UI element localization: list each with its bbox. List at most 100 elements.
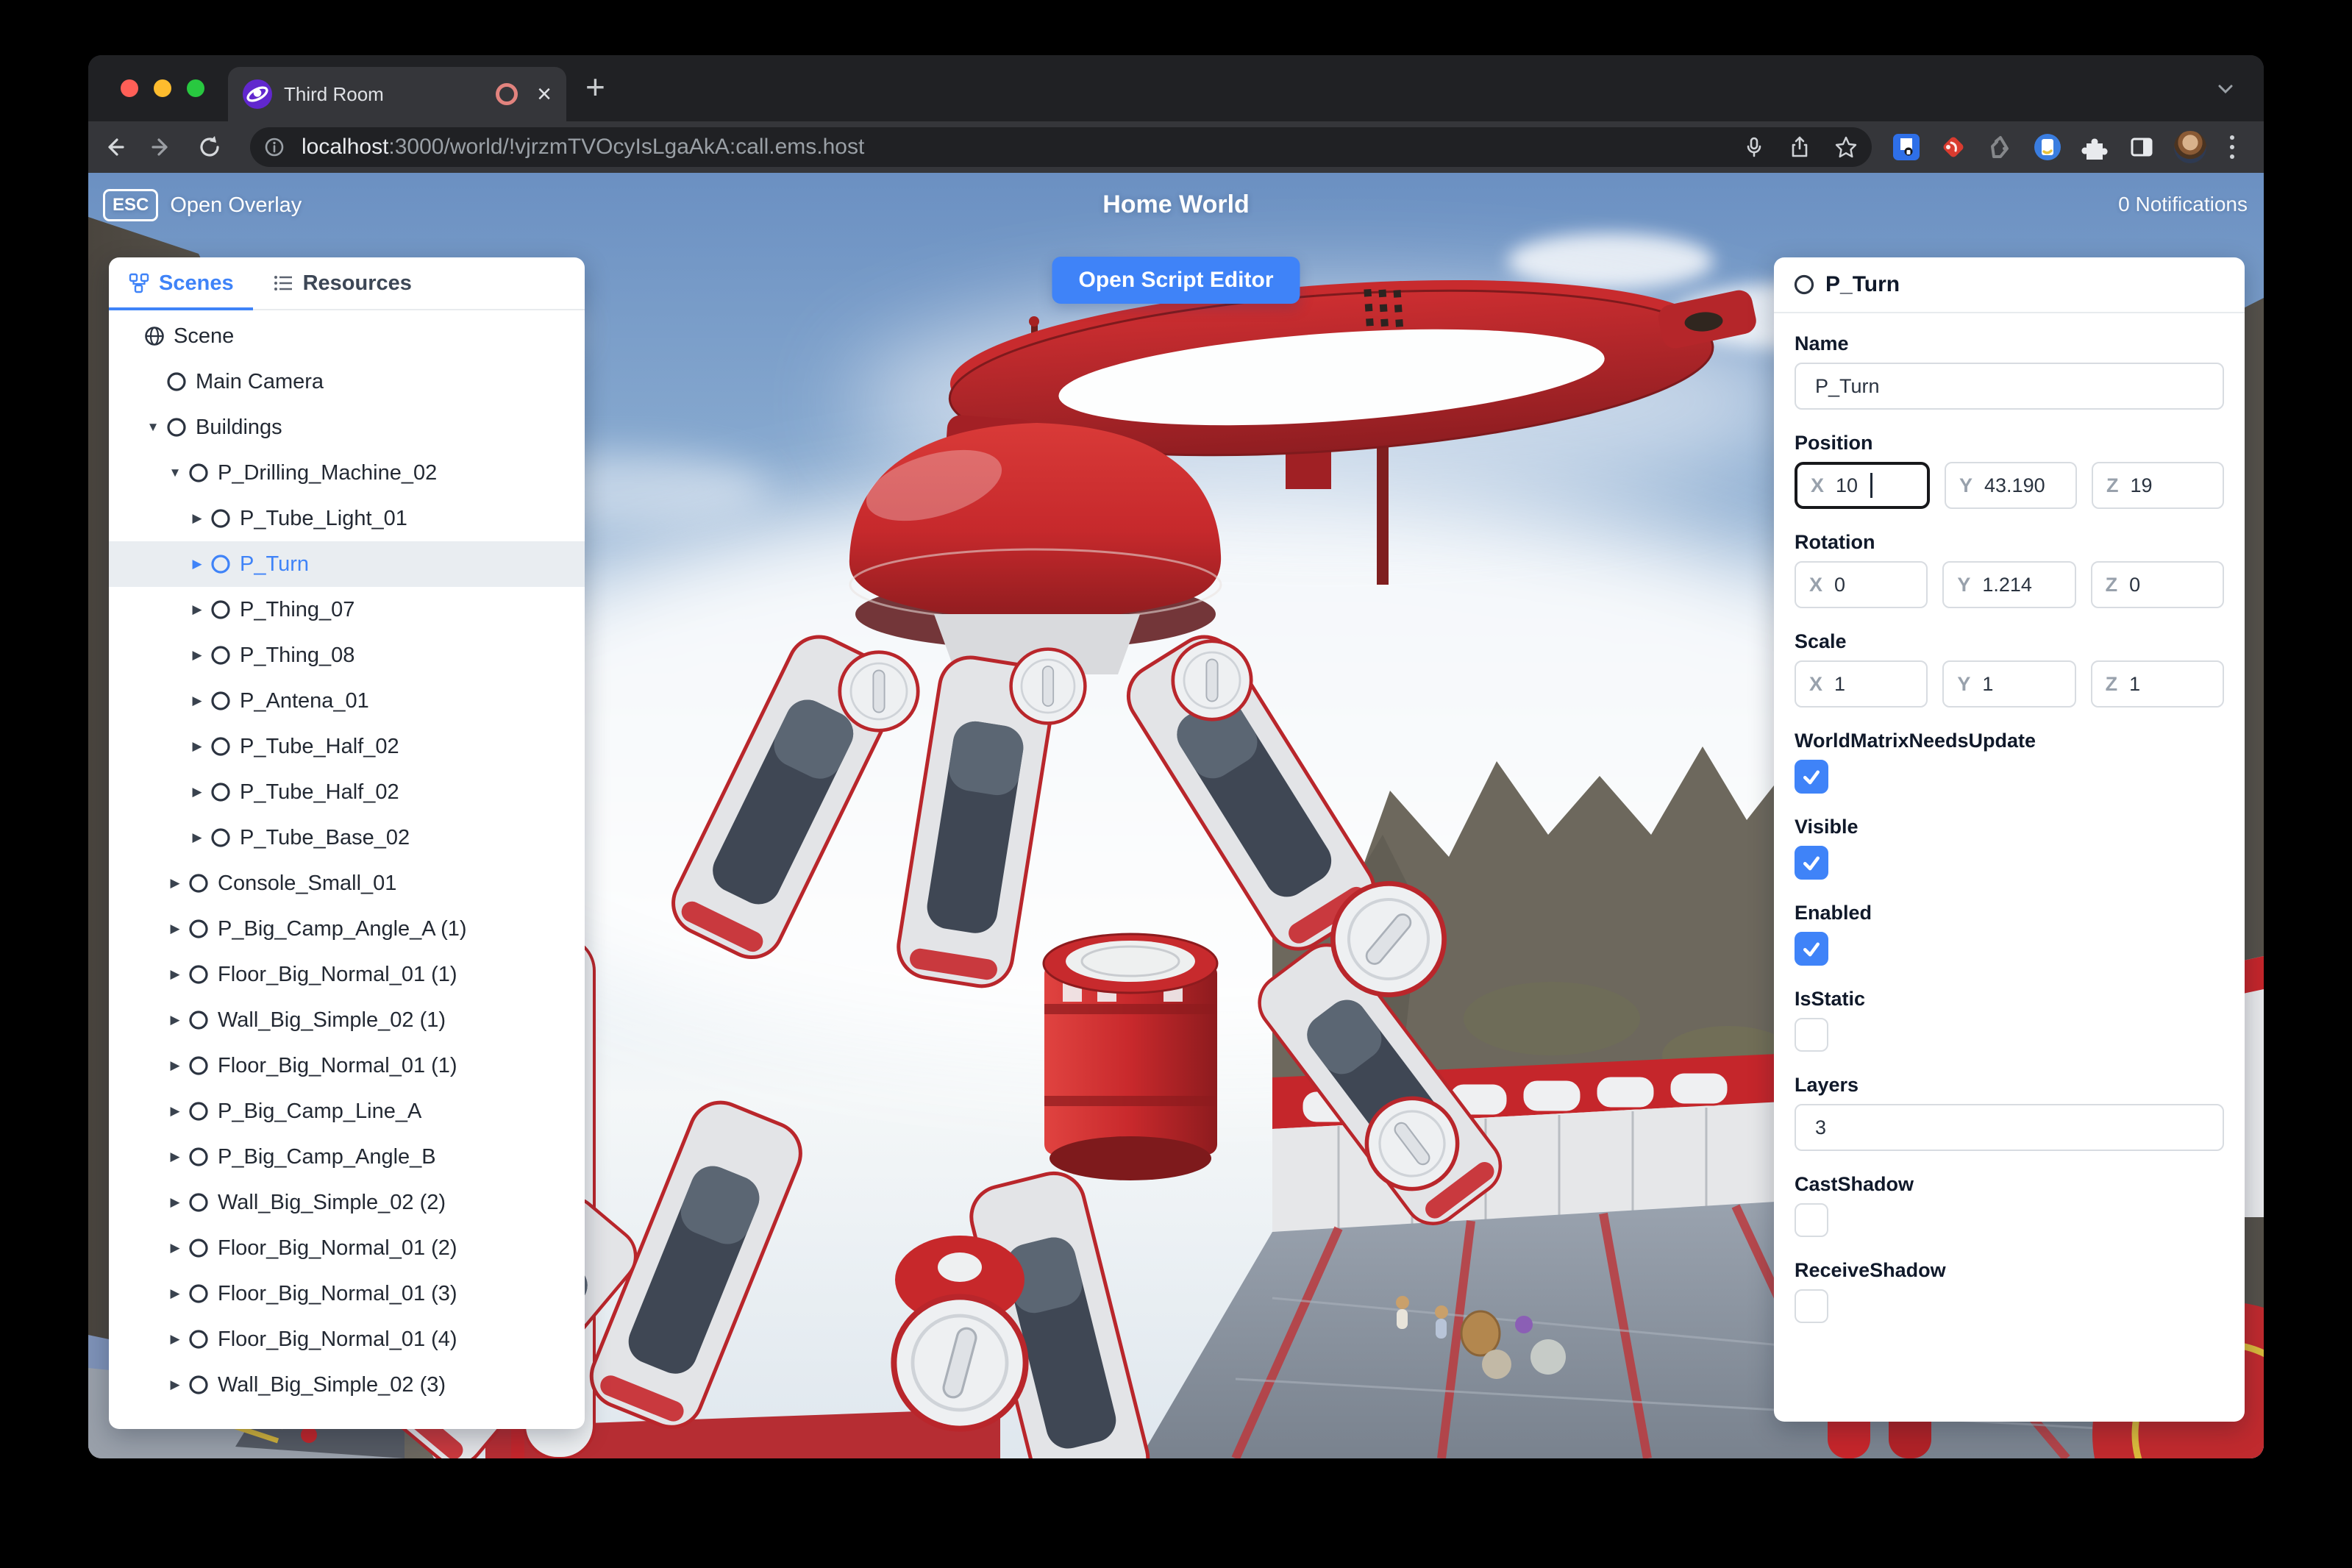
close-window-button[interactable] [121,79,138,97]
expander-icon[interactable]: ▶ [185,557,209,571]
back-button[interactable] [98,131,130,163]
tree-item-label: Console_Small_01 [218,871,397,895]
scale-y-input[interactable]: Y 1 [1942,660,2076,708]
site-info-icon[interactable] [263,136,285,158]
tree-item[interactable]: ▶ P_Tube_Base_02 [109,815,585,860]
expander-icon[interactable]: ▶ [163,1286,187,1301]
microphone-icon[interactable] [1742,135,1766,159]
minimize-window-button[interactable] [154,79,171,97]
tree-item[interactable]: ▶ Wall_Big_Simple_02 (2) [109,1180,585,1225]
side-panel-icon[interactable] [2127,132,2156,162]
tree-item[interactable]: ▶ P_Tube_Half_02 [109,769,585,815]
tab-resources[interactable]: Resources [253,257,431,309]
expander-icon[interactable]: ▶ [163,967,187,982]
tree-item[interactable]: ▶ Wall_Big_Simple_02 (3) [109,1362,585,1408]
new-tab-button[interactable]: + [585,70,605,104]
tree-item[interactable]: ▶ Floor_Big_Normal_01 (1) [109,1043,585,1088]
tree-item-label: P_Thing_07 [240,597,355,621]
bookmark-star-icon[interactable] [1834,135,1859,160]
rotation-y-input[interactable]: Y 1.214 [1942,561,2076,608]
tree-item[interactable]: ▶ P_Antena_01 [109,678,585,724]
reload-button[interactable] [193,131,226,163]
position-x-input[interactable]: X 10 [1795,462,1930,509]
world-matrix-checkbox[interactable] [1795,760,1828,794]
tree-item[interactable]: ▶ Floor_Big_Normal_01 (1) [109,952,585,997]
tab-search-chevron-icon[interactable] [2212,80,2239,98]
scale-label: Scale [1795,630,1847,652]
profile-avatar[interactable] [2174,131,2206,163]
expander-icon[interactable]: ▶ [185,785,209,799]
expander-icon[interactable]: ▶ [163,1332,187,1347]
rotation-z-input[interactable]: Z 0 [2090,561,2224,608]
tab-close-icon[interactable]: × [537,82,552,107]
expander-icon[interactable]: ▶ [185,648,209,663]
node-icon [189,1193,208,1212]
password-manager-extension-icon[interactable] [1892,132,1921,162]
tree-item[interactable]: ▶ P_Thing_08 [109,632,585,678]
panel-tabs: Scenes Resources [109,257,585,310]
maximize-window-button[interactable] [187,79,204,97]
expander-icon[interactable]: ▶ [185,830,209,845]
recycle-extension-icon[interactable] [1986,132,2015,162]
extensions-puzzle-icon[interactable] [2080,132,2109,162]
expander-icon[interactable]: ▶ [163,1058,187,1073]
receive-shadow-checkbox[interactable] [1795,1289,1828,1323]
tree-item[interactable]: Scene [109,313,585,359]
expander-icon[interactable]: ▶ [185,511,209,526]
scale-z-input[interactable]: Z 1 [2090,660,2224,708]
enabled-label: Enabled [1795,902,1872,924]
share-icon[interactable] [1788,135,1811,159]
tree-item[interactable]: ▶ P_Tube_Light_01 [109,496,585,541]
3d-viewport[interactable]: ESC Open Overlay Home World 0 Notificati… [88,173,2264,1458]
expander-icon[interactable]: ▶ [163,1150,187,1164]
url-bar[interactable]: localhost:3000/world/!vjrzmTVOcyIsLgaAkA… [250,127,1872,167]
tree-item[interactable]: ▼ P_Drilling_Machine_02 [109,450,585,496]
tree-item[interactable]: ▼ Buildings [109,405,585,450]
expander-icon[interactable]: ▶ [163,876,187,891]
expander-icon[interactable]: ▶ [163,1013,187,1027]
layers-input[interactable]: 3 [1795,1104,2224,1151]
document-extension-icon[interactable] [2033,132,2062,162]
tree-item[interactable]: ▶ P_Big_Camp_Angle_B [109,1134,585,1180]
tree-item[interactable]: ▶ Floor_Big_Normal_01 (2) [109,1225,585,1271]
tree-item[interactable]: ▶ Floor_Big_Normal_01 (3) [109,1271,585,1316]
visible-checkbox[interactable] [1795,846,1828,880]
position-y-input[interactable]: Y 43.190 [1945,462,2077,509]
url-text[interactable]: localhost:3000/world/!vjrzmTVOcyIsLgaAkA… [302,135,864,160]
tree-item[interactable]: Main Camera [109,359,585,405]
tree-item[interactable]: ▶ P_Turn [109,541,585,587]
expander-icon[interactable]: ▶ [163,922,187,936]
rotation-x-input[interactable]: X 0 [1795,561,1928,608]
expander-icon[interactable]: ▶ [163,1195,187,1210]
tree-item[interactable]: ▶ P_Thing_07 [109,587,585,632]
tree-item[interactable]: ▶ P_Big_Camp_Line_A [109,1088,585,1134]
position-z-input[interactable]: Z 19 [2092,462,2224,509]
scale-x-input[interactable]: X 1 [1795,660,1928,708]
browser-menu-icon[interactable] [2224,135,2240,159]
window-controls[interactable] [121,79,204,97]
expander-icon[interactable]: ▶ [185,602,209,617]
expander-icon[interactable]: ▼ [141,420,165,435]
tree-item[interactable]: ▶ P_Tube_Half_02 [109,724,585,769]
red-diamond-extension-icon[interactable] [1939,132,1968,162]
open-script-editor-button[interactable]: Open Script Editor [1052,257,1300,304]
browser-tab[interactable]: Third Room × [228,67,566,121]
tree-item[interactable]: ▶ Console_Small_01 [109,860,585,906]
expander-icon[interactable]: ▶ [163,1241,187,1255]
forward-button[interactable] [146,131,178,163]
expander-icon[interactable]: ▼ [163,466,187,480]
enabled-checkbox[interactable] [1795,932,1828,966]
expander-icon[interactable]: ▶ [163,1378,187,1392]
tree-item[interactable]: ▶ Wall_Big_Simple_02 (1) [109,997,585,1043]
expander-icon[interactable]: ▶ [185,694,209,708]
tree-item[interactable]: ▶ Floor_Big_Normal_01 (4) [109,1316,585,1362]
tab-scenes[interactable]: Scenes [109,257,253,310]
tree-item[interactable]: ▶ P_Big_Camp_Angle_A (1) [109,906,585,952]
is-static-checkbox[interactable] [1795,1018,1828,1052]
tree-item-label: Wall_Big_Simple_02 (2) [218,1190,446,1214]
cast-shadow-checkbox[interactable] [1795,1203,1828,1237]
list-icon [274,276,292,291]
expander-icon[interactable]: ▶ [185,739,209,754]
name-input[interactable]: P_Turn [1795,363,2224,410]
expander-icon[interactable]: ▶ [163,1104,187,1119]
